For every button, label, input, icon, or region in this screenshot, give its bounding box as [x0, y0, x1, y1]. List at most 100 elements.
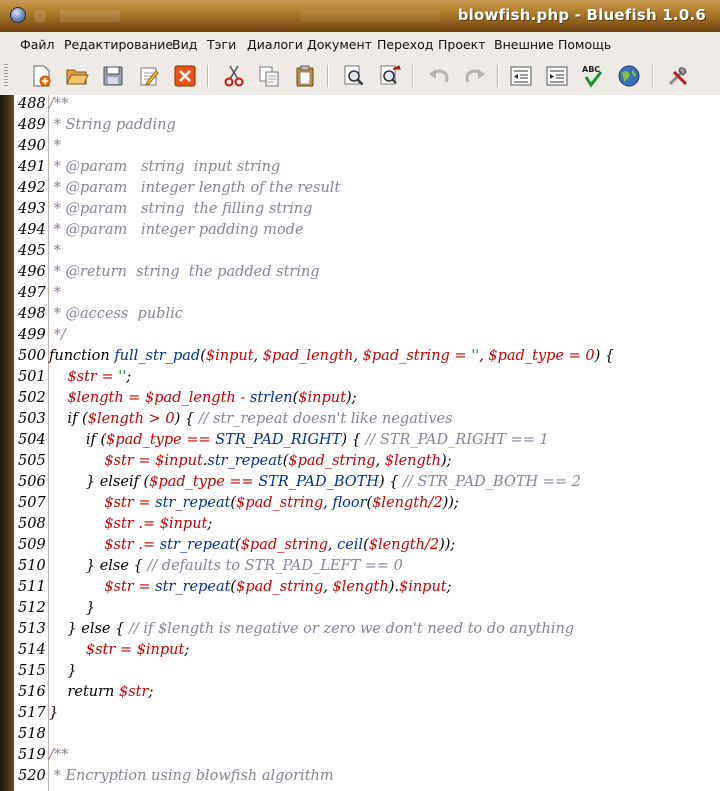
code-token: $pad_string: [362, 348, 450, 364]
paste-button[interactable]: [291, 62, 319, 90]
code-token: // STR_PAD_BOTH == 2: [403, 474, 581, 490]
title-bar: blowfish.php - Bluefish 1.0.6: [0, 0, 720, 32]
code-token: if (: [49, 432, 107, 448]
line-number: 496: [18, 264, 46, 280]
menu-edit[interactable]: Редактирование: [64, 37, 173, 52]
menu-tags[interactable]: Тэги: [207, 37, 236, 52]
line-number: 506: [18, 474, 46, 490]
preview-browser-button[interactable]: [615, 62, 643, 90]
code-token: ,: [327, 537, 338, 553]
indent-button[interactable]: [543, 62, 571, 90]
code-token: ) {: [174, 411, 199, 427]
code-line: }: [49, 663, 77, 679]
line-number: 499: [18, 327, 46, 343]
code-line: * @param integer padding mode: [49, 222, 304, 238]
code-token: =: [563, 348, 586, 364]
find-button[interactable]: [340, 62, 368, 90]
code-token: str_repeat: [159, 537, 236, 553]
code-token: ) {: [379, 474, 404, 490]
code-token: // STR_PAD_RIGHT == 1: [365, 432, 549, 448]
line-number: 503: [18, 411, 46, 427]
replace-button[interactable]: [376, 62, 404, 90]
new-file-icon: [33, 65, 51, 87]
code-line: *: [49, 243, 61, 259]
tools-button[interactable]: [664, 62, 692, 90]
code-token: ==: [224, 474, 259, 490]
code-token: $pad_length: [145, 390, 236, 406]
code-token: ;: [126, 369, 132, 385]
code-token: ) {: [341, 432, 366, 448]
line-number: 488: [18, 96, 46, 112]
copy-button[interactable]: [255, 62, 283, 90]
redo-button[interactable]: [461, 62, 489, 90]
toolbar-separator: [327, 65, 329, 87]
new-file-button[interactable]: [27, 62, 55, 90]
code-line: }: [49, 705, 58, 721]
open-file-button[interactable]: [63, 62, 91, 90]
code-token: $length: [67, 390, 124, 406]
code-token: *: [49, 285, 61, 301]
titlebar-button-ghost: [34, 10, 46, 22]
paste-icon: [296, 65, 314, 87]
code-line: * @param string input string: [49, 159, 281, 175]
code-token: .=: [133, 516, 160, 532]
code-token: =: [133, 453, 156, 469]
code-line: return $str;: [49, 684, 153, 700]
cut-button[interactable]: [220, 62, 248, 90]
code-token: $pad_length: [262, 348, 354, 364]
toolbar-separator: [207, 65, 209, 87]
code-token: }: [49, 663, 77, 679]
bluefish-window: blowfish.php - Bluefish 1.0.6 Файл Редак…: [0, 0, 720, 791]
code-token: // defaults to STR_PAD_LEFT == 0: [147, 558, 403, 574]
menu-view[interactable]: Вид: [172, 37, 197, 52]
line-number: 502: [18, 390, 46, 406]
line-number: 515: [18, 663, 46, 679]
code-token: =: [96, 369, 119, 385]
menu-go[interactable]: Переход: [377, 37, 433, 52]
preferences-button[interactable]: [135, 62, 163, 90]
desktop-background-strip: [0, 95, 14, 791]
code-token: } elseif (: [49, 474, 150, 490]
code-editor[interactable]: 488 489 490 491 492 493 494 495 496 497 498 499 500 5…: [14, 95, 720, 791]
code-token: * @access public: [49, 306, 183, 322]
code-token: $str: [85, 642, 116, 658]
code-token: $pad_string: [236, 579, 324, 595]
line-number: 492: [18, 180, 46, 196]
line-number: 509: [18, 537, 46, 553]
code-token: ));: [439, 537, 456, 553]
code-token: $pad_string: [240, 537, 328, 553]
spellcheck-button[interactable]: ABC: [579, 62, 607, 90]
code-token: strlen: [249, 390, 293, 406]
code-token: function: [49, 348, 115, 364]
undo-icon: [429, 69, 449, 83]
code-token: * String padding: [49, 117, 176, 133]
menu-project[interactable]: Проект: [438, 37, 486, 52]
unindent-button[interactable]: [507, 62, 535, 90]
code-line: }: [49, 600, 95, 616]
toolbar-separator: [497, 65, 499, 87]
menu-help[interactable]: Помощь: [558, 37, 611, 52]
save-icon: [103, 66, 123, 86]
code-token: $length: [332, 579, 389, 595]
code-token: $input: [205, 348, 254, 364]
code-token: >: [143, 411, 166, 427]
menu-dialogs[interactable]: Диалоги: [247, 37, 303, 52]
menu-file[interactable]: Файл: [20, 37, 55, 52]
code-token: ,: [375, 453, 385, 469]
undo-button[interactable]: [425, 62, 453, 90]
toolbar-grip[interactable]: [4, 64, 8, 88]
code-token: $pad_string: [288, 453, 376, 469]
code-token: ,: [253, 348, 263, 364]
menu-external[interactable]: Внешние: [494, 37, 554, 52]
code-token: } else {: [49, 558, 148, 574]
code-token: $str: [104, 579, 134, 595]
code-token: $pad_string: [236, 495, 324, 511]
window-menu-icon[interactable]: [10, 7, 26, 23]
code-token: ));: [442, 495, 459, 511]
toolbar-separator: [412, 65, 414, 87]
menu-document[interactable]: Документ: [307, 37, 372, 52]
close-document-button[interactable]: [171, 62, 199, 90]
save-button[interactable]: [99, 62, 127, 90]
